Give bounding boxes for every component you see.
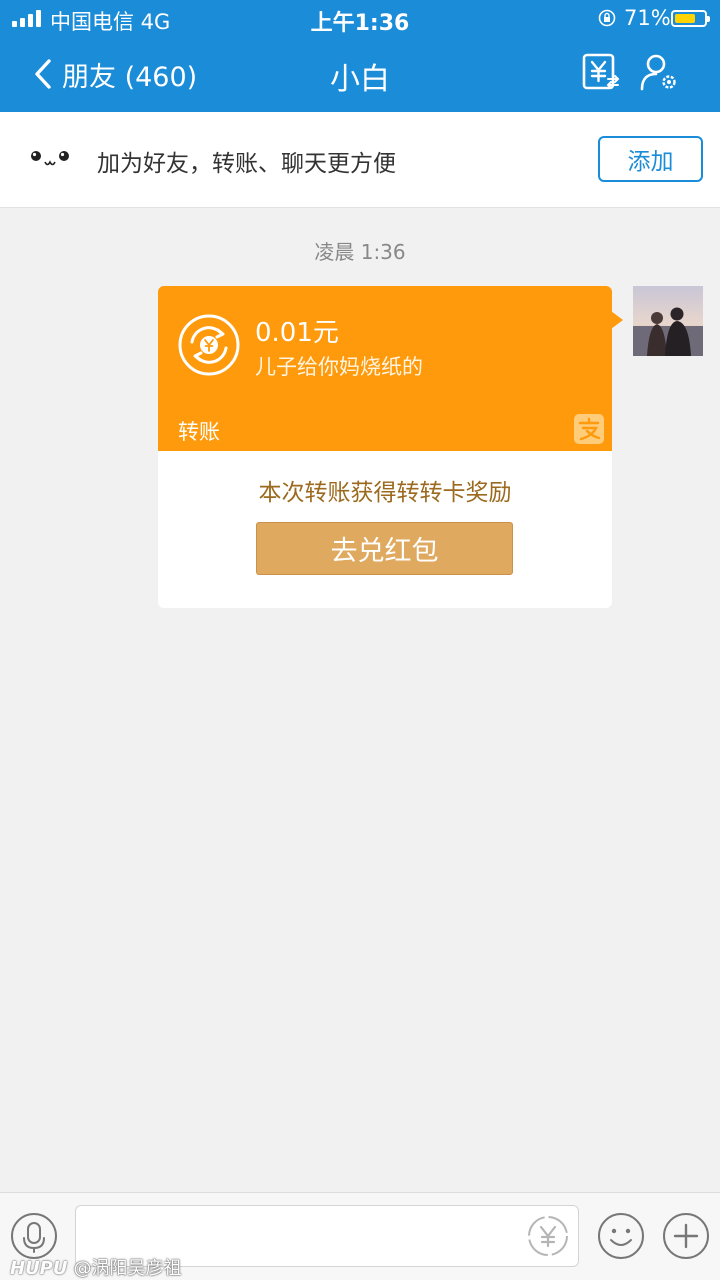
avatar[interactable] [633,286,703,356]
status-bar: 中国电信 4G 上午1:36 71% [0,0,720,36]
transfer-memo: 儿子给你妈烧纸的 [255,355,423,379]
battery-percent: 71% [624,6,671,30]
banner-text: 加为好友，转账、聊天更方便 [97,151,396,177]
microphone-icon[interactable] [10,1212,58,1260]
watermark-logo: HUPU [10,1258,68,1279]
transfer-card[interactable]: 0.01元 儿子给你妈烧纸的 转账 本次转账获得转转卡奖励 去兑红包 [158,286,612,608]
back-label: 朋友 (460) [62,61,198,93]
chat-screen: 中国电信 4G 上午1:36 71% 朋友 (460) 小白 加为好友，转账、聊… [0,0,720,1280]
message-timestamp: 凌晨 1:36 [314,240,406,264]
transfer-amount: 0.01元 [255,318,339,348]
transfer-yuan-icon [178,314,240,376]
emoji-icon[interactable] [597,1212,645,1260]
yuan-icon[interactable] [525,1213,571,1259]
transfer-card-header: 0.01元 儿子给你妈烧纸的 转账 [158,286,612,451]
transfer-type-label: 转账 [178,420,220,444]
alipay-icon [574,414,604,444]
top-bar: 中国电信 4G 上午1:36 71% 朋友 (460) 小白 [0,0,720,112]
page-title: 小白 [330,62,390,97]
profile-settings-icon[interactable] [638,52,678,92]
redeem-red-packet-button[interactable]: 去兑红包 [256,522,513,575]
battery-icon [671,10,710,27]
rotation-lock-icon [598,9,616,27]
chevron-left-icon [35,59,51,89]
face-emoticon-icon [31,151,69,166]
transfer-record-icon[interactable] [580,52,620,92]
back-button[interactable]: 朋友 (460) [32,52,197,96]
watermark: HUPU @涡阳吴彦祖 [10,1254,182,1280]
watermark-text: @涡阳吴彦祖 [73,1258,182,1279]
add-friend-button[interactable]: 添加 [598,136,703,182]
battery-level [675,14,695,23]
plus-icon[interactable] [662,1212,710,1260]
reward-text: 本次转账获得转转卡奖励 [258,480,512,506]
bubble-tail [611,311,623,329]
